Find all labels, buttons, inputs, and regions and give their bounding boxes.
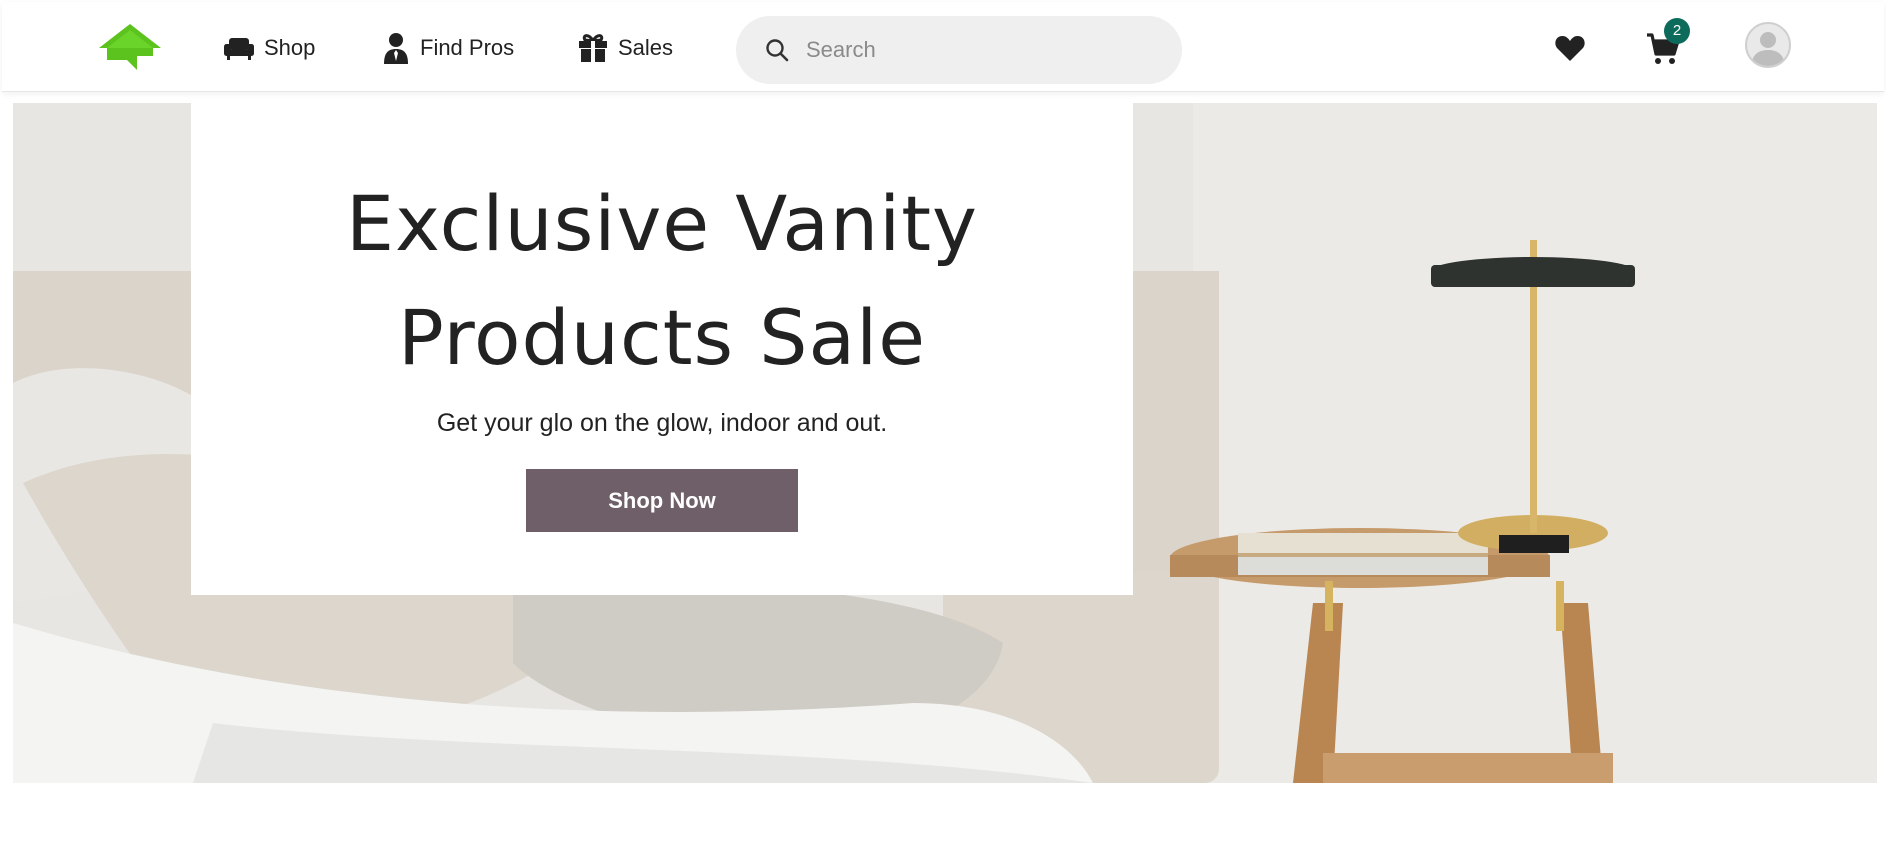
person-icon	[382, 32, 410, 64]
promo-title-line-2: Products Sale	[397, 293, 926, 382]
nav-sales[interactable]: Sales	[578, 28, 673, 68]
promo-card: Exclusive Vanity Products Sale Get your …	[191, 103, 1133, 595]
nav-shop-label: Shop	[264, 35, 316, 60]
gift-icon	[578, 33, 608, 63]
avatar-icon[interactable]	[1745, 22, 1791, 68]
shop-now-button[interactable]: Shop Now	[526, 469, 798, 532]
nav-sales-label: Sales	[618, 35, 674, 60]
search-icon[interactable]	[764, 37, 790, 63]
nav-shop[interactable]: Shop	[224, 28, 315, 68]
house-logo-icon[interactable]	[97, 22, 163, 76]
nav-find-pros[interactable]: Find Pros	[382, 28, 514, 68]
nav-find-pros-label: Find Pros	[420, 35, 515, 60]
heart-icon[interactable]	[1554, 32, 1586, 64]
promo-title-line-1: Exclusive Vanity	[345, 179, 979, 268]
search-input[interactable]	[804, 36, 1164, 64]
promo-subtitle: Get your glo on the glow, indoor and out…	[436, 409, 888, 437]
search-bar[interactable]	[736, 16, 1182, 84]
top-navbar: Shop Find Pros Sales Search 2	[2, 2, 1884, 92]
sofa-icon	[224, 35, 254, 61]
cart-count-badge: 2	[1664, 18, 1690, 44]
promo-title: Exclusive Vanity Products Sale	[191, 167, 1133, 395]
